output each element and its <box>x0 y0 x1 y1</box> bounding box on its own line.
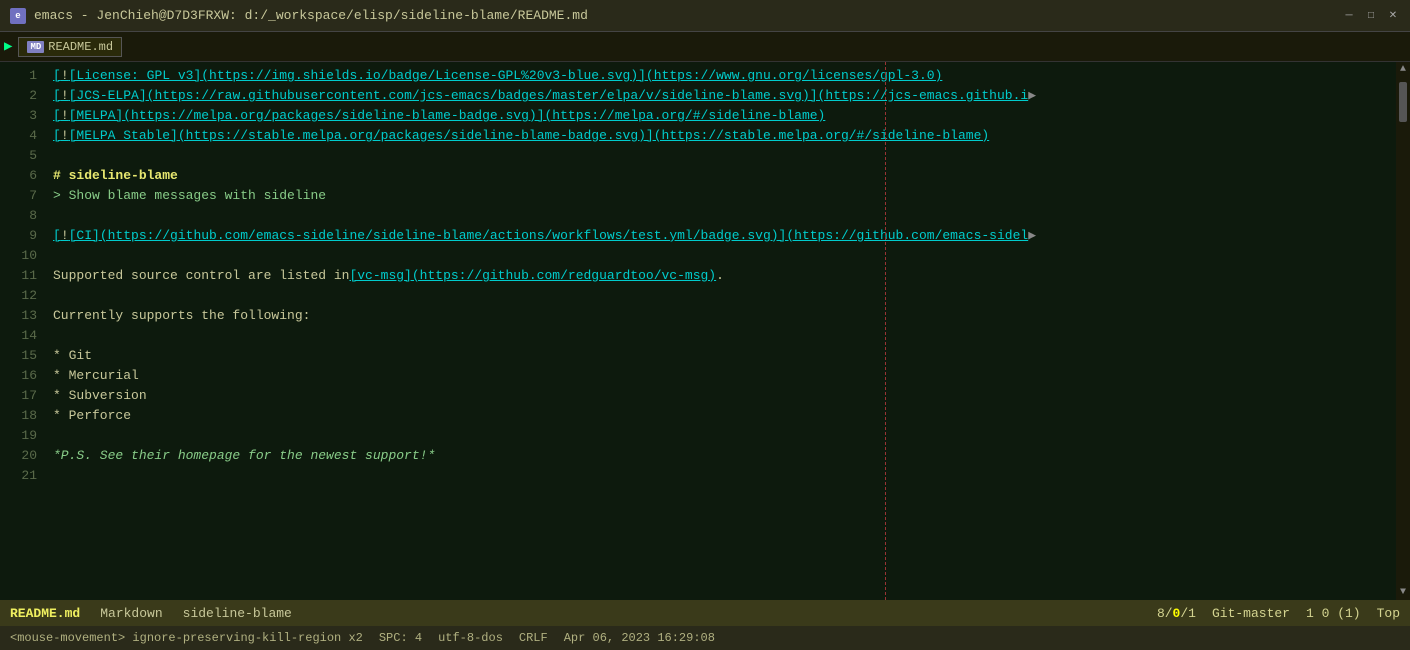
line-number: 6 <box>8 166 37 186</box>
code-line-6: # sideline-blame <box>53 166 1388 186</box>
code-line-3: [![MELPA](https://melpa.org/packages/sid… <box>53 106 1388 126</box>
line-numbers: 1 2 3 4 5 6 7 8 9 10 11 12 13 14 15 16 1… <box>0 62 45 600</box>
code-line-2: [![JCS-ELPA](https://raw.githubuserconte… <box>53 86 1388 106</box>
code-text: Supported source control are listed in <box>53 266 349 286</box>
code-line-7: > Show blame messages with sideline <box>53 186 1388 206</box>
code-text: . <box>716 266 724 286</box>
title-bar: e emacs - JenChieh@D7D3FRXW: d:/_workspa… <box>0 0 1410 32</box>
line-number: 13 <box>8 306 37 326</box>
line-number: 4 <box>8 126 37 146</box>
status-top: Top <box>1377 606 1400 621</box>
scroll-down-arrow[interactable]: ▼ <box>1398 585 1408 600</box>
code-text: [![CI](https://github.com/emacs-sideline… <box>53 226 1028 246</box>
line-number: 11 <box>8 266 37 286</box>
code-text: Currently supports the following: <box>53 306 310 326</box>
code-line-9: [![CI](https://github.com/emacs-sideline… <box>53 226 1388 246</box>
code-line-18: * Perforce <box>53 406 1388 426</box>
status-bar-2: <mouse-movement> ignore-preserving-kill-… <box>0 626 1410 650</box>
code-line-4: [![MELPA Stable](https://stable.melpa.or… <box>53 126 1388 146</box>
status-mode: Markdown <box>100 606 162 621</box>
code-text: [![JCS-ELPA](https://raw.githubuserconte… <box>53 86 1028 106</box>
scroll-track[interactable] <box>1398 77 1408 585</box>
code-text: # sideline-blame <box>53 166 178 186</box>
maximize-button[interactable]: □ <box>1364 9 1378 23</box>
status-date: Apr 06, 2023 16:29:08 <box>564 631 715 645</box>
status-command: <mouse-movement> ignore-preserving-kill-… <box>10 631 363 645</box>
window-title: emacs - JenChieh@D7D3FRXW: d:/_workspace… <box>34 8 588 23</box>
status-line-col: 1 0 (1) <box>1306 606 1361 621</box>
active-tab[interactable]: MD README.md <box>18 37 122 57</box>
cursor-arrow: ▶ <box>4 38 12 55</box>
code-line-20: *P.S. See their homepage for the newest … <box>53 446 1388 466</box>
status-plugin: sideline-blame <box>183 606 292 621</box>
code-text: * Git <box>53 346 92 366</box>
line-number: 20 <box>8 446 37 466</box>
minimize-button[interactable]: ─ <box>1342 9 1356 23</box>
line-number: 3 <box>8 106 37 126</box>
line-number: 8 <box>8 206 37 226</box>
line-number: 17 <box>8 386 37 406</box>
code-line-15: * Git <box>53 346 1388 366</box>
code-line-16: * Mercurial <box>53 366 1388 386</box>
tab-filename: README.md <box>48 40 113 54</box>
status-filename: README.md <box>10 606 80 621</box>
code-link: [vc-msg](https://github.com/redguardtoo/… <box>349 266 716 286</box>
pos-post: /1 <box>1180 606 1196 621</box>
code-line-19 <box>53 426 1388 446</box>
status-spc: SPC: 4 <box>379 631 422 645</box>
line-number: 9 <box>8 226 37 246</box>
code-text: * Mercurial <box>53 366 139 386</box>
md-badge: MD <box>27 41 44 53</box>
status-encoding: utf-8-dos <box>438 631 503 645</box>
status-bar-1: README.md Markdown sideline-blame 8/0/1 … <box>0 600 1410 626</box>
code-text: > Show blame messages with sideline <box>53 186 326 206</box>
window-controls: ─ □ ✕ <box>1342 9 1400 23</box>
line-number: 19 <box>8 426 37 446</box>
code-line-21 <box>53 466 1388 486</box>
code-text: * Subversion <box>53 386 147 406</box>
scroll-up-arrow[interactable]: ▲ <box>1398 62 1408 77</box>
line-number: 18 <box>8 406 37 426</box>
app-icon: e <box>10 8 26 24</box>
line-number: 10 <box>8 246 37 266</box>
code-line-10 <box>53 246 1388 266</box>
status-git: Git-master <box>1212 606 1290 621</box>
line-number: 7 <box>8 186 37 206</box>
line-number: 2 <box>8 86 37 106</box>
code-text: *P.S. See their homepage for the newest … <box>53 446 435 466</box>
editor: 1 2 3 4 5 6 7 8 9 10 11 12 13 14 15 16 1… <box>0 62 1410 600</box>
line-number: 12 <box>8 286 37 306</box>
code-line-13: Currently supports the following: <box>53 306 1388 326</box>
tab-bar: ▶ MD README.md <box>0 32 1410 62</box>
code-text: [![MELPA](https://melpa.org/packages/sid… <box>53 106 825 126</box>
status-pos-info: 8/0/1 <box>1157 606 1196 621</box>
line-number: 21 <box>8 466 37 486</box>
code-line-14 <box>53 326 1388 346</box>
code-line-12 <box>53 286 1388 306</box>
scrollbar[interactable]: ▲ ▼ <box>1396 62 1410 600</box>
code-text: [![License: GPL v3](https://img.shields.… <box>53 66 942 86</box>
pos-pre: 8/ <box>1157 606 1173 621</box>
code-line-8 <box>53 206 1388 226</box>
line-number: 5 <box>8 146 37 166</box>
code-area[interactable]: [![License: GPL v3](https://img.shields.… <box>45 62 1396 600</box>
line-number: 16 <box>8 366 37 386</box>
scroll-thumb[interactable] <box>1399 82 1407 122</box>
code-line-1: [![License: GPL v3](https://img.shields.… <box>53 66 1388 86</box>
line-number: 15 <box>8 346 37 366</box>
line-number: 14 <box>8 326 37 346</box>
code-text: [![MELPA Stable](https://stable.melpa.or… <box>53 126 989 146</box>
code-line-17: * Subversion <box>53 386 1388 406</box>
close-button[interactable]: ✕ <box>1386 9 1400 23</box>
code-text: * Perforce <box>53 406 131 426</box>
status-line-ending: CRLF <box>519 631 548 645</box>
status-position: 8/0/1 Git-master 1 0 (1) Top <box>1157 606 1400 621</box>
line-number: 1 <box>8 66 37 86</box>
code-line-5 <box>53 146 1388 166</box>
code-line-11: Supported source control are listed in [… <box>53 266 1388 286</box>
